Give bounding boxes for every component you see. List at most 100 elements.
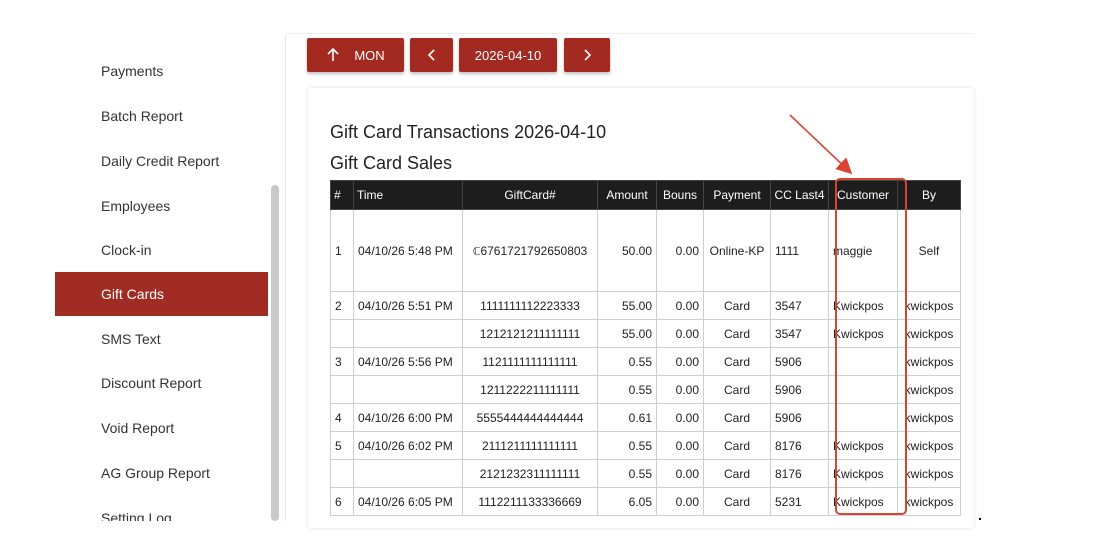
sidebar-item-setting-log[interactable]: Setting Log (55, 496, 268, 521)
prev-day-button[interactable] (410, 38, 453, 72)
header-divider (286, 33, 974, 34)
row-cc-last4: 8176 (770, 459, 829, 488)
row-bonus: 0.00 (656, 403, 704, 432)
content-divider (285, 35, 286, 521)
report-title: Gift Card Transactions 2026-04-10 (330, 122, 607, 142)
col-header-by: By (897, 180, 961, 210)
row-giftcard: 1121111111111111 (462, 347, 598, 376)
row-payment: Card (703, 375, 771, 404)
sidebar-item-gift-cards[interactable]: Gift Cards (55, 272, 268, 316)
next-day-button[interactable] (564, 38, 610, 72)
row-cc-last4: 8176 (770, 431, 829, 460)
row-number: 3 (330, 347, 354, 376)
row-by: kwickpos (897, 319, 961, 348)
sidebar-item-cut-off[interactable] (55, 0, 268, 30)
sidebar-item-discount-report[interactable]: Discount Report (55, 361, 268, 405)
row-time: 04/10/26 5:48 PM (353, 209, 463, 292)
table-row: 1212121211111111 55.00 0.00 Card 3547 Kwickpo… (330, 319, 961, 348)
col-header-amount: Amount (597, 180, 657, 210)
row-time: 04/10/26 6:00 PM (353, 403, 463, 432)
sidebar-item-clock-in[interactable]: Clock-in (55, 228, 268, 272)
table-row: 1211222211111111 0.55 0.00 Card 5906 kwickpos (330, 375, 961, 404)
row-by: kwickpos (897, 375, 961, 404)
row-cc-last4: 3547 (770, 291, 829, 320)
row-cc-last4: 5906 (770, 403, 829, 432)
row-time: 04/10/26 5:56 PM (353, 347, 463, 376)
row-by: kwickpos (897, 487, 961, 516)
row-customer: Kwickpos (828, 459, 898, 488)
row-giftcard: 1112211133336669 (462, 487, 598, 516)
stray-dot (979, 518, 981, 520)
sidebar-item-void-report[interactable]: Void Report (55, 406, 268, 450)
row-number: 2 (330, 291, 354, 320)
col-header-time: Time (353, 180, 463, 210)
row-time: 04/10/26 5:51 PM (353, 291, 463, 320)
section-title: Gift Card Sales (330, 153, 453, 173)
row-payment: Card (703, 431, 771, 460)
row-by: kwickpos (897, 431, 961, 460)
row-bonus: 0.00 (656, 459, 704, 488)
row-amount: 0.55 (597, 375, 657, 404)
row-time (353, 459, 463, 488)
period-mon-button[interactable]: MON (307, 38, 404, 72)
chevron-left-icon (427, 49, 435, 61)
row-by: Self (897, 209, 961, 292)
report-panel: Gift Card Transactions 2026-04-10 Gift C… (308, 88, 974, 528)
row-giftcard: 1212121211111111 (462, 319, 598, 348)
chevron-right-icon (584, 49, 592, 61)
row-number: 6 (330, 487, 354, 516)
row-customer: Kwickpos (828, 319, 898, 348)
row-number (330, 459, 354, 488)
table-row: 2121232311111111 0.55 0.00 Card 8176 Kwickpos… (330, 459, 961, 488)
row-giftcard: 1211222211111111 (462, 375, 598, 404)
row-time (353, 375, 463, 404)
row-customer: maggie (828, 209, 898, 292)
sidebar-item-employees[interactable]: Employees (55, 184, 268, 228)
row-number: 5 (330, 431, 354, 460)
row-amount: 0.55 (597, 347, 657, 376)
row-by: kwickpos (897, 291, 961, 320)
row-customer: Kwickpos (828, 431, 898, 460)
sidebar-item-payments[interactable]: Payments (55, 49, 268, 93)
row-number: 4 (330, 403, 354, 432)
table-row: 6 04/10/26 6:05 PM 1112211133336669 6.05 0.0… (330, 487, 961, 516)
arrow-up-icon (327, 48, 339, 61)
row-amount: 0.55 (597, 431, 657, 460)
sidebar-item-batch-report[interactable]: Batch Report (55, 94, 268, 138)
row-payment: Card (703, 347, 771, 376)
row-cc-last4: 1111 (770, 209, 829, 292)
row-giftcard: 2111211111111111 (462, 431, 598, 460)
row-payment: Card (703, 459, 771, 488)
table-row: 5 04/10/26 6:02 PM 2111211111111111 0.55 0.0… (330, 431, 961, 460)
row-customer (828, 403, 898, 432)
row-payment: Card (703, 403, 771, 432)
table-row: 2 04/10/26 5:51 PM 1111111112223333 55.00 0.… (330, 291, 961, 320)
col-header-payment: Payment (703, 180, 771, 210)
row-amount: 55.00 (597, 291, 657, 320)
col-header-num: # (330, 180, 354, 210)
row-bonus: 0.00 (656, 209, 704, 292)
row-giftcard-number: 6761721792650803 (480, 243, 588, 258)
row-amount: 0.61 (597, 403, 657, 432)
row-bonus: 0.00 (656, 347, 704, 376)
row-payment: Online-KP (703, 209, 771, 292)
gift-card-sales-table: # Time GiftCard# Amount Bouns Payment CC… (330, 180, 961, 516)
sidebar-scrollbar-thumb[interactable] (271, 185, 279, 521)
sidebar-item-sms-text[interactable]: SMS Text (55, 317, 268, 361)
row-payment: Card (703, 319, 771, 348)
row-customer: Kwickpos (828, 487, 898, 516)
period-label: MON (354, 47, 385, 63)
date-button[interactable]: 2026-04-10 (459, 38, 557, 72)
row-customer (828, 375, 898, 404)
row-bonus: 0.00 (656, 319, 704, 348)
sidebar-item-ag-group-report[interactable]: AG Group Report (55, 451, 268, 495)
row-bonus: 0.00 (656, 431, 704, 460)
row-customer (828, 347, 898, 376)
row-amount: 50.00 (597, 209, 657, 292)
row-bonus: 0.00 (656, 487, 704, 516)
row-giftcard: ℂ6761721792650803 (462, 209, 598, 292)
row-time (353, 319, 463, 348)
row-cc-last4: 5906 (770, 347, 829, 376)
row-number (330, 319, 354, 348)
sidebar-item-daily-credit-report[interactable]: Daily Credit Report (55, 139, 268, 183)
